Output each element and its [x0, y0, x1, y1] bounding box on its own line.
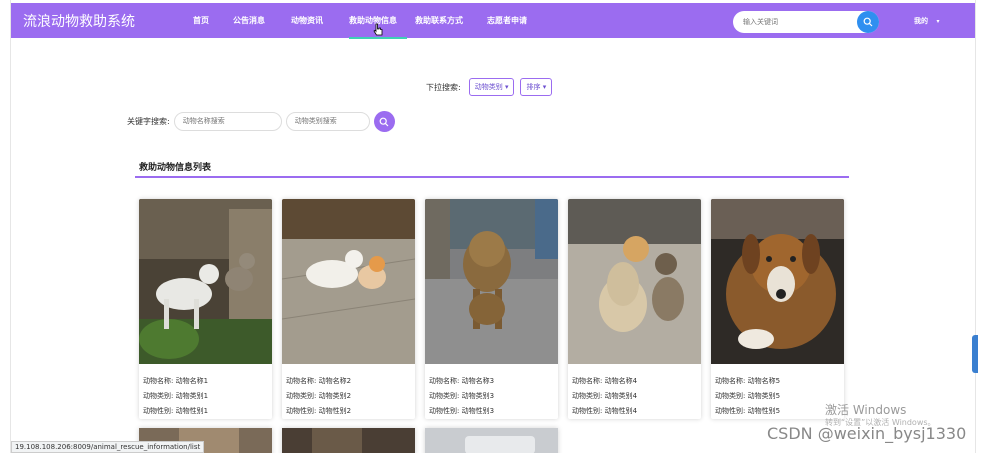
animal-name-text: 动物名称: 动物名称3: [429, 377, 495, 385]
animal-name-text: 动物名称: 动物名称1: [143, 377, 209, 385]
header-search: [733, 11, 879, 33]
animal-photo: [139, 199, 272, 364]
animal-type-text: 动物类别: 动物类别5: [715, 392, 781, 400]
animal-type-dropdown-label: 动物类别: [474, 83, 503, 91]
animal-card[interactable]: [282, 428, 415, 453]
animal-name-text: 动物名称: 动物名称4: [572, 377, 638, 385]
animal-photo: [282, 428, 415, 453]
caret-down-icon: ▾: [504, 83, 509, 91]
side-tab-handle[interactable]: [972, 335, 978, 373]
caret-down-icon: ▾: [542, 83, 547, 91]
header-search-button[interactable]: [857, 11, 879, 33]
animal-category-search-input[interactable]: [285, 112, 370, 131]
animal-name-text: 动物名称: 动物名称2: [286, 377, 352, 385]
caret-down-icon: ▾: [936, 18, 940, 25]
sort-dropdown-label: 排序: [526, 83, 541, 91]
animal-photo: [282, 199, 415, 364]
animal-photo: [425, 199, 558, 364]
animal-photo: [425, 428, 558, 453]
hand-pointer-cursor-icon: [373, 22, 384, 41]
animal-card[interactable]: 动物名称: 动物名称3 动物类别: 动物类别3 动物性别: 动物性别3: [425, 199, 558, 419]
animal-card[interactable]: 动物名称: 动物名称5 动物类别: 动物类别5 动物性别: 动物性别5: [711, 199, 844, 419]
user-menu[interactable]: 我的 ▾: [914, 16, 939, 26]
animal-sex-text: 动物性别: 动物性别2: [286, 407, 352, 415]
csdn-watermark: CSDN @weixin_bysj1330: [767, 424, 967, 443]
animal-photo: [711, 199, 844, 364]
nav-animal-news[interactable]: 动物资讯: [291, 3, 349, 38]
search-icon: [863, 17, 873, 27]
nav-volunteer-apply[interactable]: 志愿者申请: [487, 3, 547, 38]
animal-type-text: 动物类别: 动物类别2: [286, 392, 352, 400]
animal-photo: [568, 199, 701, 364]
site-brand[interactable]: 流浪动物救助系统: [23, 11, 135, 31]
keyword-search-button[interactable]: [373, 111, 395, 132]
keyword-search-label: 关键字搜索:: [127, 117, 170, 126]
dropdown-search-row: 下拉搜索: 动物类别 ▾ 排序 ▾: [426, 78, 558, 96]
browser-viewport: 流浪动物救助系统 首页 公告消息 动物资讯 救助动物信息 救助联系方式 志愿者申…: [10, 0, 976, 453]
search-icon: [379, 117, 389, 126]
dropdown-search-label: 下拉搜索:: [426, 82, 461, 92]
animal-type-text: 动物类别: 动物类别3: [429, 392, 495, 400]
animal-sex-text: 动物性别: 动物性别3: [429, 407, 495, 415]
section-title: 救助动物信息列表: [139, 163, 212, 173]
animal-sex-text: 动物性别: 动物性别1: [143, 407, 209, 415]
nav-home[interactable]: 首页: [191, 3, 233, 38]
animal-type-text: 动物类别: 动物类别1: [143, 392, 209, 400]
animal-card[interactable]: [425, 428, 558, 453]
animal-sex-text: 动物性别: 动物性别4: [572, 407, 638, 415]
user-menu-label: 我的: [914, 17, 928, 25]
animal-type-text: 动物类别: 动物类别4: [572, 392, 638, 400]
animal-type-dropdown[interactable]: 动物类别 ▾: [468, 78, 515, 96]
animal-card[interactable]: 动物名称: 动物名称4 动物类别: 动物类别4 动物性别: 动物性别4: [568, 199, 701, 419]
section-divider: [135, 176, 849, 178]
sort-dropdown[interactable]: 排序 ▾: [520, 78, 553, 96]
windows-activation-watermark: 激活 Windows: [825, 403, 907, 417]
nav-announcements[interactable]: 公告消息: [233, 3, 291, 38]
main-nav: 首页 公告消息 动物资讯 救助动物信息 救助联系方式 志愿者申请: [191, 3, 547, 39]
animal-sex-text: 动物性别: 动物性别5: [715, 407, 781, 415]
header-search-input[interactable]: [733, 18, 851, 26]
animal-name-search-input[interactable]: [173, 112, 282, 131]
top-navbar: 流浪动物救助系统 首页 公告消息 动物资讯 救助动物信息 救助联系方式 志愿者申…: [11, 3, 975, 39]
animal-card[interactable]: 动物名称: 动物名称2 动物类别: 动物类别2 动物性别: 动物性别2: [282, 199, 415, 419]
animal-name-text: 动物名称: 动物名称5: [715, 377, 781, 385]
status-bar-url: 19.108.108.206:8009/animal_rescue_inform…: [11, 441, 205, 453]
animal-card[interactable]: 动物名称: 动物名称1 动物类别: 动物类别1 动物性别: 动物性别1: [139, 199, 272, 419]
keyword-search-row: 关键字搜索:: [127, 111, 395, 132]
nav-rescue-contact[interactable]: 救助联系方式: [415, 3, 487, 38]
